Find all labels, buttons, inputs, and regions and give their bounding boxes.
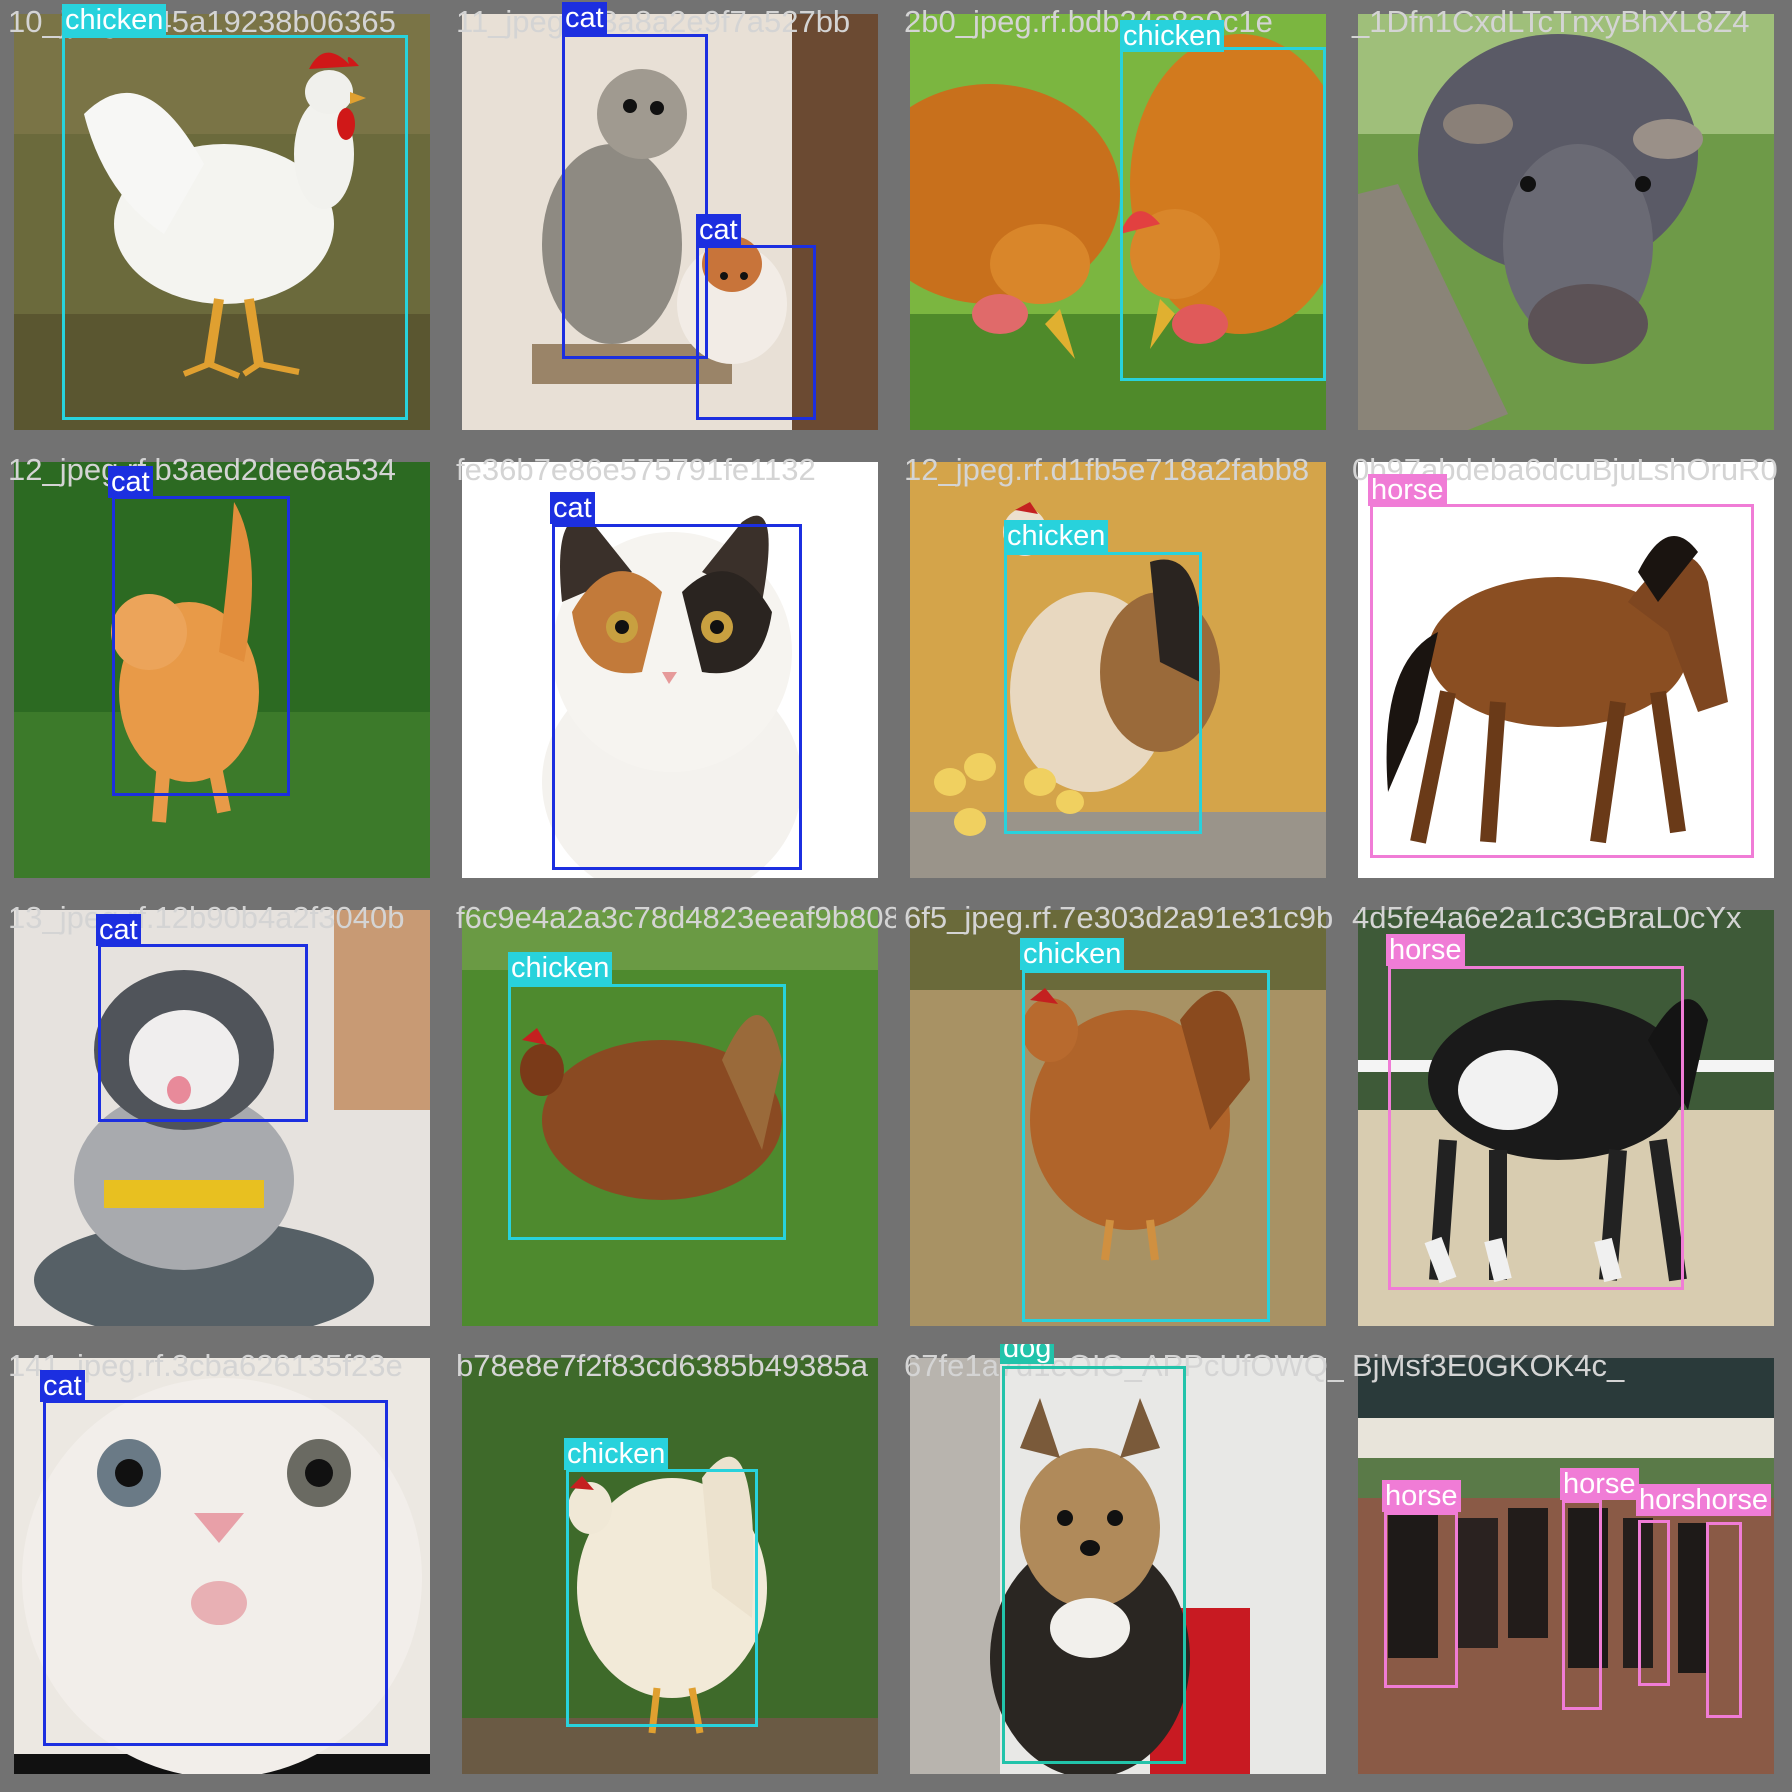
tile-orange-kitten: 12_jpeg.rf.b3aed2dee6a534 cat — [0, 448, 448, 896]
bbox-horse — [1384, 1512, 1458, 1688]
bbox-cat — [43, 1400, 388, 1746]
tile-rooster: 10_jpeg.rf.45a19238b06365 chicken — [0, 0, 448, 448]
bbox-cat — [696, 245, 816, 420]
tile-hen-dry-grass: 6f5_jpeg.rf.7e303d2a91e31c9b chicken — [896, 896, 1344, 1344]
class-tag: cat — [108, 466, 153, 498]
bbox-horse — [1562, 1500, 1602, 1710]
bbox-horse — [1638, 1520, 1670, 1686]
detection-mosaic: 10_jpeg.rf.45a19238b06365 chicken 11_jpe… — [0, 0, 1792, 1792]
class-tag: chicken — [564, 1438, 669, 1470]
cow-image — [1358, 14, 1774, 430]
bbox-horse — [1370, 504, 1754, 858]
tile-horse-race: BjMsf3E0GKOK4c_ horse horse horshorse — [1344, 1344, 1792, 1792]
bbox-horse — [1388, 966, 1684, 1290]
bbox-chicken — [1004, 552, 1202, 834]
class-tag: horse — [1382, 1480, 1461, 1512]
tile-white-kitten: 141_jpeg.rf.3cba626135f23e cat — [0, 1344, 448, 1792]
class-tag: cat — [550, 492, 595, 524]
class-tag: chicken — [62, 4, 167, 36]
class-tag: chicken — [1120, 20, 1225, 52]
bbox-chicken — [62, 35, 408, 420]
tile-kittens: 11_jpeg.rf.3a8a2e9f7a527bb cat cat — [448, 0, 896, 448]
class-tag: dog — [1000, 1344, 1055, 1364]
class-tag: cat — [696, 214, 741, 246]
class-tag: cat — [562, 2, 607, 34]
tile-white-hen-garden: b78e8e7f2f83cd6385b49385a chicken — [448, 1344, 896, 1792]
class-tag: horse — [1386, 934, 1465, 966]
bbox-chicken — [1120, 47, 1326, 381]
class-tag: chicken — [1020, 938, 1125, 970]
tile-hen-chicks: 12_jpeg.rf.d1fb5e718a2fabb8 chicken — [896, 448, 1344, 896]
class-tag: cat — [96, 914, 141, 946]
bbox-dog — [1002, 1366, 1186, 1764]
bbox-horse — [1706, 1522, 1742, 1718]
class-tag: chicken — [508, 952, 613, 984]
class-tag: horse — [1560, 1468, 1639, 1500]
bbox-cat — [98, 944, 308, 1122]
bbox-chicken — [566, 1469, 758, 1727]
bbox-chicken — [1022, 970, 1270, 1322]
tile-brown-horse: 0b97abdeba6dcuBjuLshOruR0 horse — [1344, 448, 1792, 896]
photo-cow — [1358, 14, 1774, 430]
class-tag: horse — [1368, 474, 1447, 506]
tile-calico: fe36b7e86e575791fe1132 cat — [448, 448, 896, 896]
bbox-chicken — [508, 984, 786, 1240]
tile-yorkie: 67fe1a7d1eOIG_APPcUfOWQ_9 dog — [896, 1344, 1344, 1792]
tile-hens: 2b0_jpeg.rf.bdb24a8a0c1e chicken — [896, 0, 1344, 448]
bbox-cat — [552, 524, 802, 870]
tile-cow: _1Dfn1CxdLTcTnxyBhXL8Z4 — [1344, 0, 1792, 448]
class-tag: cat — [40, 1370, 85, 1402]
bbox-cat — [112, 496, 290, 796]
class-tag: chicken — [1004, 520, 1109, 552]
class-tag: horshorse — [1636, 1484, 1771, 1516]
tile-brown-hen-grass: f6c9e4a2a3c78d4823eeaf9b8086 chicken — [448, 896, 896, 1344]
tile-piebald-horse: 4d5fe4a6e2a1c3GBraL0cYx horse — [1344, 896, 1792, 1344]
tile-costume-cat: 13_jpeg.rf.12b90b4a2f3040b cat — [0, 896, 448, 1344]
bbox-cat — [562, 34, 708, 359]
